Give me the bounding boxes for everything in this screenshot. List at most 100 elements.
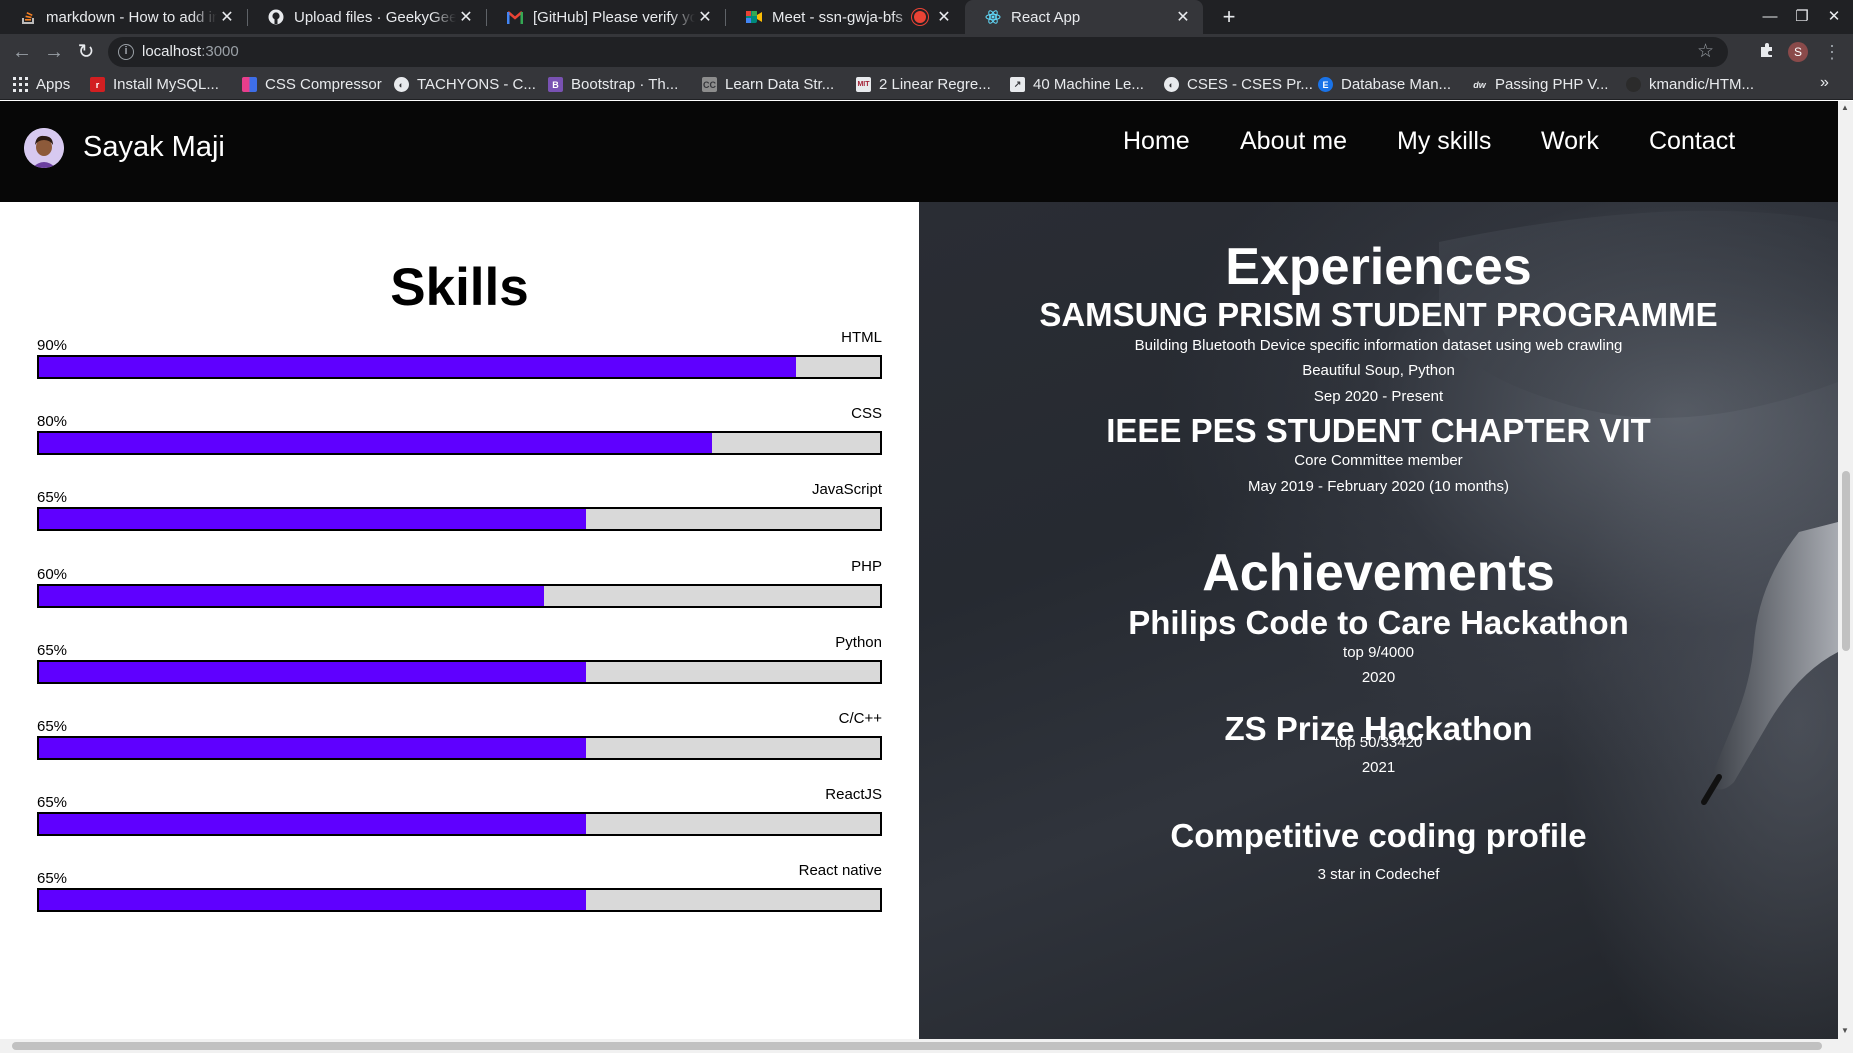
scroll-down-icon[interactable]: ▼	[1841, 1026, 1849, 1035]
minimize-window-icon[interactable]: —	[1756, 4, 1784, 30]
recording-indicator-icon	[914, 11, 926, 23]
close-tab-icon[interactable]: ✕	[456, 7, 476, 27]
skill-name: HTML	[841, 329, 882, 346]
bookmark-item[interactable]: MIT 2 Linear Regre...	[856, 76, 991, 93]
avatar[interactable]	[24, 128, 64, 168]
url-text: localhost:3000	[142, 43, 239, 60]
scrollbar-thumb[interactable]	[1842, 471, 1850, 651]
bookmark-item[interactable]: ↗ 40 Machine Le...	[1010, 76, 1144, 93]
back-icon[interactable]: ←	[9, 39, 35, 65]
brand-name[interactable]: Sayak Maji	[83, 131, 225, 164]
achievement-detail: top 50/33420	[1334, 734, 1423, 751]
more-bookmarks-icon[interactable]: »	[1820, 74, 1829, 92]
extensions-icon[interactable]	[1754, 39, 1780, 65]
bookmark-item[interactable]: E Database Man...	[1318, 76, 1451, 93]
nav-link-work[interactable]: Work	[1541, 127, 1599, 156]
site-info-icon[interactable]: i	[118, 44, 134, 60]
address-bar[interactable]: i localhost:3000 ☆	[108, 37, 1728, 67]
nav-link-about[interactable]: About me	[1240, 127, 1347, 156]
bookmark-apps[interactable]: Apps	[13, 76, 70, 93]
site-navbar: Sayak Maji Home About me My skills Work …	[0, 101, 1838, 202]
github-icon	[268, 9, 284, 25]
bookmark-item[interactable]: kmandic/HTM...	[1626, 76, 1754, 93]
experience-tech: Beautiful Soup, Python	[1302, 362, 1455, 379]
menu-kebab-icon[interactable]: ⋮	[1819, 39, 1845, 65]
bookmark-item[interactable]: r Install MySQL...	[90, 76, 219, 93]
skill-row: 65% React native	[37, 858, 882, 914]
react-icon	[985, 9, 1001, 25]
new-tab-button[interactable]: +	[1215, 3, 1243, 31]
nav-link-skills[interactable]: My skills	[1397, 127, 1491, 156]
gmail-icon	[507, 9, 523, 25]
scrollbar-thumb[interactable]	[12, 1042, 1822, 1050]
page-viewport: Sayak Maji Home About me My skills Work …	[0, 101, 1838, 1039]
skill-name: PHP	[851, 557, 882, 575]
skills-section: Skills 90% HTML 80% CSS 65% JavaScript 60% PHP 6…	[0, 202, 919, 1039]
skill-name: Python	[835, 633, 882, 651]
experience-description: Building Bluetooth Device specific infor…	[1134, 337, 1623, 354]
bookmark-star-icon[interactable]: ☆	[1697, 40, 1714, 63]
skill-row: 65% JavaScript	[37, 477, 882, 533]
tab-title: markdown - How to add in	[46, 8, 217, 26]
close-window-icon[interactable]: ✕	[1820, 4, 1848, 30]
css-compressor-icon	[242, 77, 257, 92]
skill-progress-bar	[37, 736, 882, 760]
scroll-up-icon[interactable]: ▲	[1841, 103, 1849, 112]
skill-progress-fill	[39, 585, 544, 606]
close-tab-icon[interactable]: ✕	[934, 7, 954, 27]
mysql-icon: r	[90, 77, 105, 92]
experience-section: Experiences SAMSUNG PRISM STUDENT PROGRA…	[919, 202, 1838, 1039]
chart-icon: ↗	[1010, 77, 1025, 92]
skill-name: ReactJS	[825, 786, 882, 804]
browser-toolbar: ← → ↻ i localhost:3000 ☆ ⋮	[0, 34, 1853, 70]
nav-link-home[interactable]: Home	[1123, 127, 1190, 156]
forward-icon[interactable]: →	[41, 39, 67, 65]
skill-progress-fill	[39, 738, 586, 758]
apps-grid-icon	[13, 77, 28, 92]
achievements-title: Achievements	[1202, 544, 1555, 602]
horizontal-scrollbar[interactable]	[0, 1039, 1853, 1053]
close-tab-icon[interactable]: ✕	[1173, 7, 1193, 27]
bookmark-item[interactable]: CSS Compressor	[242, 76, 382, 93]
bookmark-item[interactable]: B Bootstrap · Th...	[548, 76, 678, 93]
profile-avatar[interactable]: S	[1788, 42, 1808, 62]
skill-name: React native	[798, 862, 882, 880]
experience-org: SAMSUNG PRISM STUDENT PROGRAMME	[1039, 296, 1718, 333]
skill-row: 90% HTML	[37, 325, 882, 381]
browser-tab[interactable]: [GitHub] Please verify you ✕	[487, 0, 725, 34]
database-icon: E	[1318, 77, 1333, 92]
reload-icon[interactable]: ↻	[73, 39, 99, 65]
close-tab-icon[interactable]: ✕	[695, 7, 715, 27]
restore-window-icon[interactable]: ❐	[1788, 4, 1816, 30]
stackoverflow-icon	[20, 9, 36, 25]
browser-tab[interactable]: Upload files · GeekyGeek3 ✕	[248, 0, 486, 34]
experience-role: Core Committee member	[1294, 452, 1463, 469]
skill-progress-bar	[37, 659, 882, 684]
skill-progress-bar	[37, 583, 882, 608]
bookmark-item[interactable]: CC Learn Data Str...	[702, 76, 834, 93]
browser-tab-active[interactable]: React App ✕	[965, 0, 1203, 34]
skill-percent: 65%	[37, 641, 68, 659]
dw-icon: dw	[1473, 79, 1486, 90]
vertical-scrollbar[interactable]: ▲ ▼	[1838, 101, 1853, 1039]
bootstrap-icon: B	[548, 77, 563, 92]
bookmark-item[interactable]: dw Passing PHP V...	[1472, 76, 1608, 93]
tab-title: React App	[1011, 8, 1081, 26]
tab-title: [GitHub] Please verify you	[533, 8, 695, 26]
bookmark-item[interactable]: ◐ CSES - CSES Pr...	[1164, 76, 1313, 93]
nav-link-contact[interactable]: Contact	[1649, 127, 1735, 156]
experience-org: IEEE PES STUDENT CHAPTER VIT	[1106, 412, 1651, 449]
skill-progress-bar	[37, 507, 882, 532]
bookmark-item[interactable]: ◐ TACHYONS - C...	[394, 76, 536, 93]
experiences-title: Experiences	[1225, 238, 1532, 296]
browser-tab[interactable]: markdown - How to add in ✕	[0, 0, 247, 34]
skills-title: Skills	[390, 258, 529, 317]
skill-progress-bar	[37, 355, 882, 379]
browser-tab-strip: markdown - How to add in ✕ Upload files …	[0, 0, 1853, 34]
google-meet-icon	[746, 9, 762, 25]
achievement-detail: top 9/4000	[1343, 644, 1414, 661]
skill-progress-fill	[39, 814, 586, 835]
globe-icon: ◐	[1164, 77, 1179, 92]
browser-tab[interactable]: Meet - ssn-gwja-bfs ✕	[726, 0, 964, 34]
close-tab-icon[interactable]: ✕	[217, 7, 237, 27]
